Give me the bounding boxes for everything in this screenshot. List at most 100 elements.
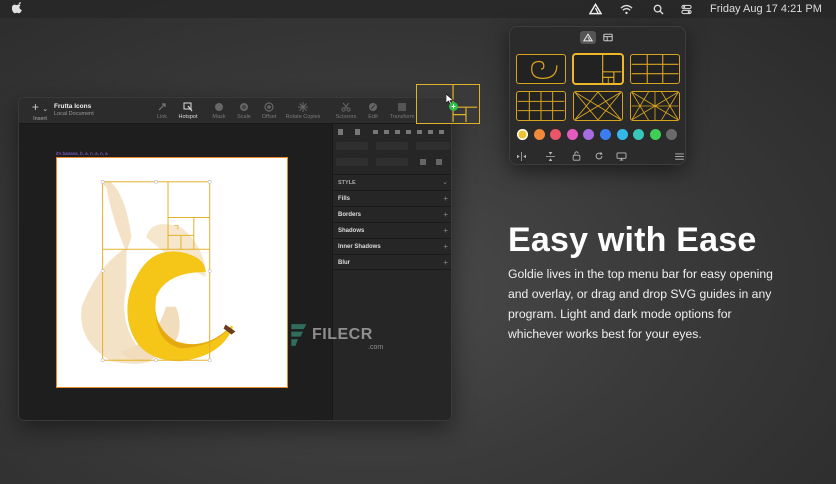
add-copy-icon: +	[449, 102, 458, 111]
canvas[interactable]: it's banana, b, a, n, a, n, a	[19, 124, 332, 420]
offset-icon	[264, 102, 274, 112]
diagonals-guide[interactable]	[573, 91, 623, 121]
add-shadow-icon[interactable]: +	[443, 223, 448, 239]
rotate-copies-icon	[298, 102, 308, 112]
app-toolbar: + ⌄ Insert Frutta Icons Local Document L…	[19, 98, 451, 124]
menu-icon[interactable]	[673, 150, 685, 162]
insert-button[interactable]: + ⌄ Insert	[25, 101, 55, 123]
grid-guide[interactable]	[516, 91, 566, 121]
watermark-suffix: .com	[368, 344, 384, 351]
toolbar-edit-label: Edit	[368, 114, 378, 120]
color-swatch[interactable]	[533, 129, 545, 140]
toolbar-scale-label: Scale	[237, 114, 251, 120]
plus-icon: + ⌄	[31, 100, 49, 114]
display-icon[interactable]	[615, 150, 627, 162]
add-border-icon[interactable]: +	[443, 207, 448, 223]
control-center-icon[interactable]	[678, 2, 694, 16]
transform-icon	[397, 102, 407, 112]
toolbar-rotate-copies[interactable]: Rotate Copies	[283, 102, 323, 120]
color-swatch[interactable]	[583, 129, 595, 140]
toolbar-rotate-copies-label: Rotate Copies	[285, 114, 321, 120]
inspector-panel: STYLE ⌄ Fills + Borders + Shadows + Inne…	[332, 124, 452, 420]
guides-tab-icon[interactable]	[580, 31, 596, 44]
color-swatch[interactable]	[649, 129, 661, 140]
mask-icon	[214, 102, 224, 112]
watermark: FILECR .com	[288, 322, 383, 351]
borders-section[interactable]: Borders +	[333, 206, 451, 223]
inner-shadows-label: Inner Shadows	[338, 244, 381, 250]
lock-icon[interactable]	[570, 150, 582, 162]
style-label: STYLE	[338, 180, 356, 186]
toolbar-scissors-label: Scissors	[335, 114, 357, 120]
harmonic-guide[interactable]	[630, 91, 680, 121]
hotspot-icon	[183, 102, 193, 112]
golden-spiral-guide[interactable]	[516, 54, 566, 84]
add-inner-shadow-icon[interactable]: +	[443, 239, 448, 255]
link-icon	[157, 102, 167, 112]
scissors-icon	[341, 102, 351, 112]
shadows-section[interactable]: Shadows +	[333, 222, 451, 239]
artboard-label[interactable]: it's banana, b, a, n, a, n, a	[56, 151, 108, 156]
blur-section[interactable]: Blur +	[333, 254, 451, 271]
toolbar-offset[interactable]: Offset	[259, 102, 279, 120]
alignment-controls[interactable]	[333, 124, 452, 174]
style-section[interactable]: STYLE ⌄	[333, 174, 451, 191]
toolbar-transform-label: Transform	[389, 114, 415, 120]
color-swatches	[517, 129, 678, 140]
toolbar-mask-label: Mask	[212, 114, 226, 120]
document-title: Frutta Icons	[54, 103, 92, 110]
toolbar-transform[interactable]: Transform	[387, 102, 417, 120]
apple-icon[interactable]	[11, 2, 26, 16]
color-swatch[interactable]	[599, 129, 611, 140]
borders-label: Borders	[338, 212, 362, 218]
insert-label: Insert	[33, 116, 47, 122]
toolbar-scale[interactable]: Scale	[235, 102, 253, 120]
document-subtitle: Local Document	[54, 111, 94, 117]
toolbar-hotspot[interactable]: Hotspot	[176, 102, 200, 120]
golden-ratio-guide[interactable]	[573, 54, 623, 84]
flip-vertical-icon[interactable]	[544, 150, 556, 162]
color-swatch[interactable]	[550, 129, 562, 140]
banana-illustration[interactable]	[57, 158, 287, 387]
add-fill-icon[interactable]: +	[443, 191, 448, 207]
toolbar-mask[interactable]: Mask	[211, 102, 227, 120]
goldie-popup	[509, 26, 686, 165]
artboard[interactable]	[56, 157, 288, 388]
color-swatch[interactable]	[666, 129, 678, 140]
toolbar-hotspot-label: Hotspot	[178, 114, 198, 120]
search-icon[interactable]	[650, 2, 666, 16]
toolbar-scissors[interactable]: Scissors	[334, 102, 358, 120]
toolbar-link[interactable]: Link	[155, 102, 169, 120]
guide-thumbnails	[516, 54, 680, 121]
popup-toolbar	[515, 150, 684, 162]
color-swatch[interactable]	[517, 129, 528, 140]
toolbar-link-label: Link	[156, 114, 168, 120]
color-swatch[interactable]	[616, 129, 628, 140]
scale-icon	[239, 102, 249, 112]
chevron-down-icon[interactable]: ⌄	[442, 175, 448, 191]
watermark-text: FILECR	[312, 326, 373, 343]
fills-label: Fills	[338, 196, 351, 202]
watermark-logo-icon	[291, 324, 307, 346]
design-app-window: + ⌄ Insert Frutta Icons Local Document L…	[18, 97, 452, 421]
inner-shadows-section[interactable]: Inner Shadows +	[333, 238, 451, 255]
menu-bar: Friday Aug 17 4:21 PM	[0, 0, 836, 18]
blur-label: Blur	[338, 260, 350, 266]
add-blur-icon[interactable]: +	[443, 255, 448, 271]
wifi-icon[interactable]	[618, 2, 634, 16]
menu-bar-clock[interactable]: Friday Aug 17 4:21 PM	[710, 3, 822, 15]
flip-horizontal-icon[interactable]	[515, 150, 527, 162]
shadows-label: Shadows	[338, 228, 365, 234]
color-swatch[interactable]	[633, 129, 645, 140]
layout-tab-icon[interactable]	[600, 31, 616, 44]
goldie-icon[interactable]	[587, 2, 603, 16]
popup-tabs	[580, 31, 616, 44]
rotate-icon[interactable]	[593, 150, 605, 162]
hero-body: Goldie lives in the top menu bar for eas…	[508, 267, 773, 341]
toolbar-edit[interactable]: Edit	[366, 102, 380, 120]
rule-of-thirds-guide[interactable]	[630, 54, 680, 84]
color-swatch[interactable]	[566, 129, 578, 140]
edit-icon	[368, 102, 378, 112]
hero-title: Easy with Ease	[508, 221, 757, 259]
fills-section[interactable]: Fills +	[333, 190, 451, 207]
